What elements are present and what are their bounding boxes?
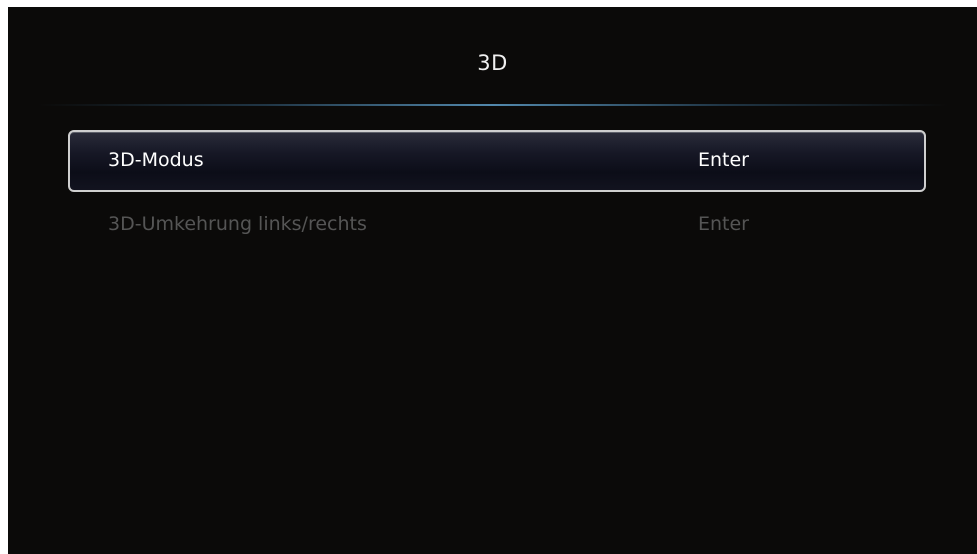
menu-item-value: Enter <box>698 149 749 171</box>
title-divider <box>38 104 948 106</box>
menu-item-label: 3D-Modus <box>108 149 204 171</box>
menu-item-3d-lr-swap[interactable]: 3D-Umkehrung links/rechts Enter <box>68 196 926 258</box>
tv-settings-screen: 3D 3D-Modus Enter 3D-Umkehrung links/rec… <box>8 7 977 554</box>
menu-item-label: 3D-Umkehrung links/rechts <box>108 213 367 235</box>
menu-item-value: Enter <box>698 213 749 235</box>
menu-item-3d-mode[interactable]: 3D-Modus Enter <box>68 130 926 192</box>
page-title: 3D <box>477 51 508 75</box>
